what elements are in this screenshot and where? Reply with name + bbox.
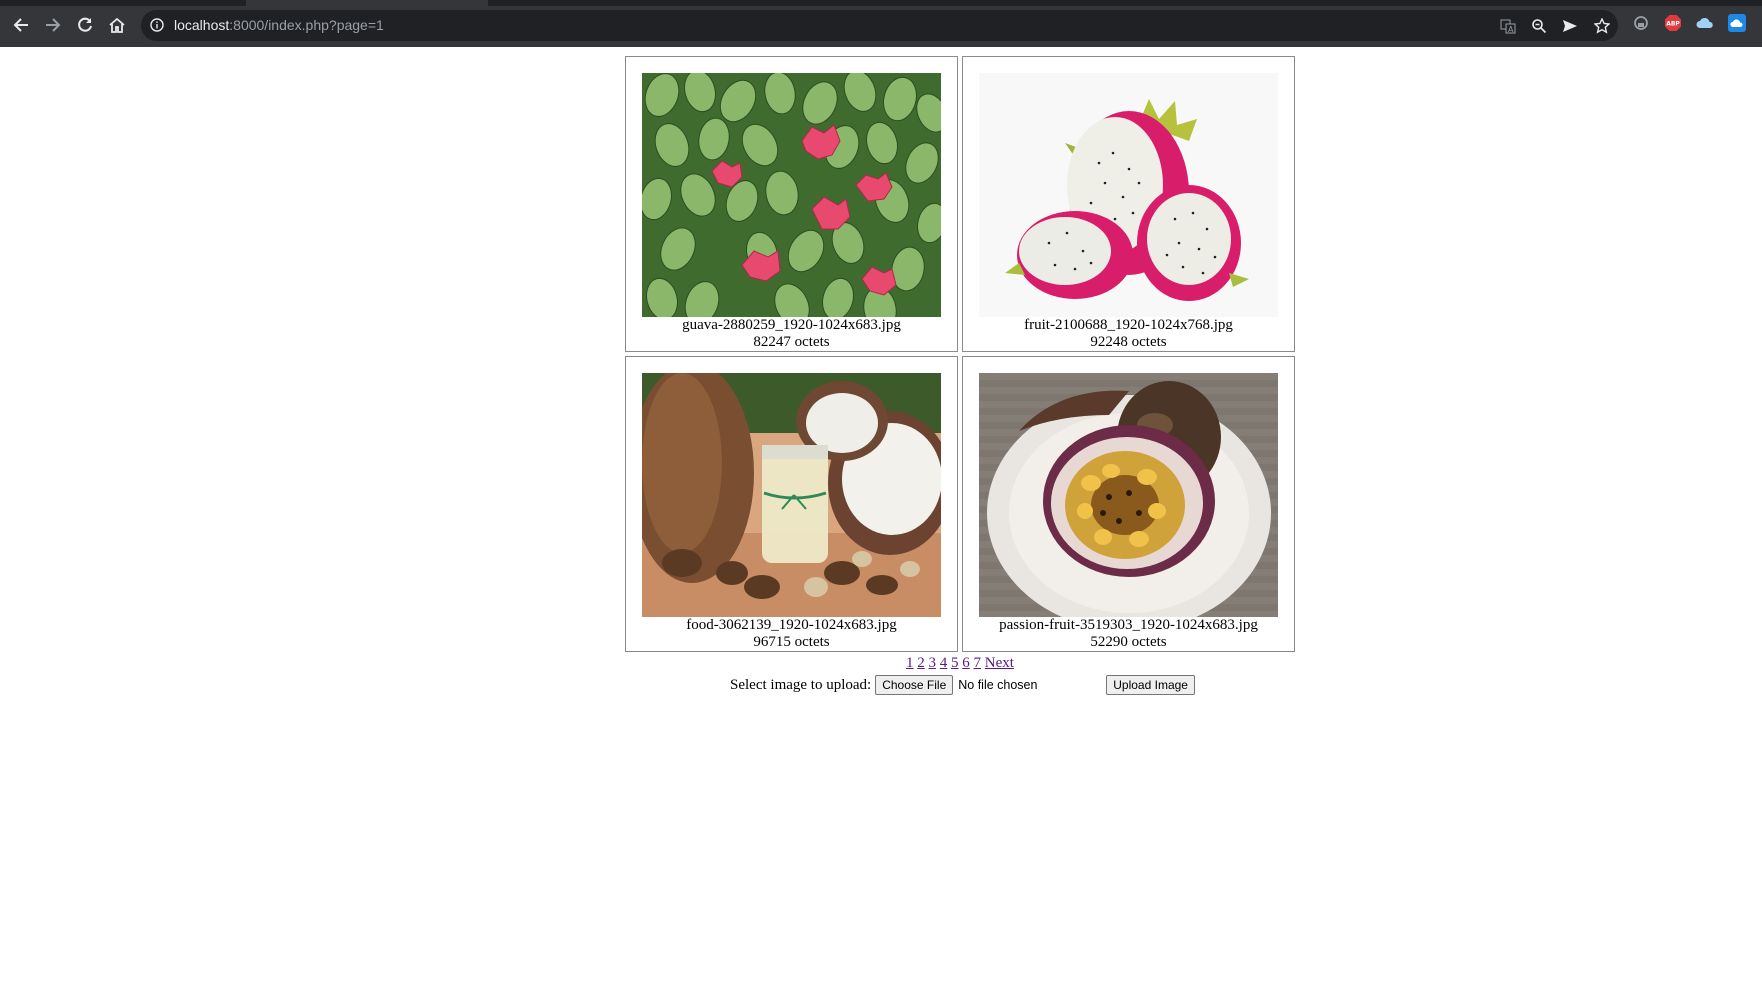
image-size: 52290 octets	[1090, 634, 1167, 650]
extension-icon[interactable]	[1632, 14, 1650, 32]
gallery-cell: guava-2880259_1920-1024x683.jpg 82247 oc…	[625, 56, 958, 352]
page-link-6[interactable]: 6	[962, 655, 970, 671]
next-page-link[interactable]: Next	[985, 655, 1014, 671]
info-icon[interactable]	[150, 18, 164, 37]
home-icon[interactable]	[106, 14, 128, 36]
svg-text:A: A	[1508, 25, 1514, 34]
image-filename: fruit-2100688_1920-1024x768.jpg	[1024, 317, 1233, 333]
gallery-cell: food-3062139_1920-1024x683.jpg 96715 oct…	[625, 356, 958, 652]
upload-image-button[interactable]: Upload Image	[1106, 675, 1195, 695]
back-icon[interactable]	[10, 14, 32, 36]
guava-image[interactable]	[642, 73, 941, 317]
gallery-cell: passion-fruit-3519303_1920-1024x683.jpg …	[962, 356, 1295, 652]
bookmark-star-icon[interactable]	[1593, 17, 1611, 35]
page-link-7[interactable]: 7	[974, 655, 982, 671]
cloud-icon[interactable]	[1696, 14, 1714, 32]
page-link-2[interactable]: 2	[917, 655, 925, 671]
page-link-4[interactable]: 4	[940, 655, 948, 671]
address-bar[interactable]: localhost:8000/index.php?page=1 A	[141, 10, 1618, 41]
image-size: 96715 octets	[753, 634, 830, 650]
choose-file-button[interactable]: Choose File	[875, 675, 954, 695]
image-filename: passion-fruit-3519303_1920-1024x683.jpg	[999, 617, 1258, 633]
passion-fruit-image[interactable]	[979, 373, 1278, 617]
image-size: 92248 octets	[1090, 334, 1167, 350]
gallery-cell: fruit-2100688_1920-1024x768.jpg 92248 oc…	[962, 56, 1295, 352]
image-filename: guava-2880259_1920-1024x683.jpg	[682, 317, 901, 333]
pagination: 1 2 3 4 5 6 7 Next	[625, 655, 1295, 672]
page-link-5[interactable]: 5	[951, 655, 959, 671]
zoom-icon[interactable]	[1530, 17, 1548, 35]
tab-strip	[0, 0, 1762, 6]
image-filename: food-3062139_1920-1024x683.jpg	[686, 617, 897, 633]
cloud-blue-icon[interactable]	[1728, 14, 1746, 32]
image-size: 82247 octets	[753, 334, 830, 350]
upload-form: Select image to upload: Choose File No f…	[730, 674, 1195, 696]
reload-icon[interactable]	[74, 14, 96, 36]
adblock-icon[interactable]: ABP	[1664, 14, 1682, 32]
url-text[interactable]: localhost:8000/index.php?page=1	[174, 17, 384, 33]
page-link-3[interactable]: 3	[929, 655, 937, 671]
adblock-label: ABP	[1666, 21, 1680, 28]
translate-icon[interactable]: A	[1499, 17, 1517, 35]
page-link-1[interactable]: 1	[906, 655, 914, 671]
coconut-image[interactable]	[642, 373, 941, 617]
forward-icon[interactable]	[42, 14, 64, 36]
file-status: No file chosen	[958, 678, 1038, 692]
active-tab[interactable]	[246, 0, 488, 6]
browser-toolbar: localhost:8000/index.php?page=1 A ABP	[0, 0, 1762, 47]
send-icon[interactable]	[1561, 17, 1579, 35]
upload-label: Select image to upload:	[730, 676, 872, 693]
dragon-fruit-image[interactable]	[979, 73, 1278, 317]
